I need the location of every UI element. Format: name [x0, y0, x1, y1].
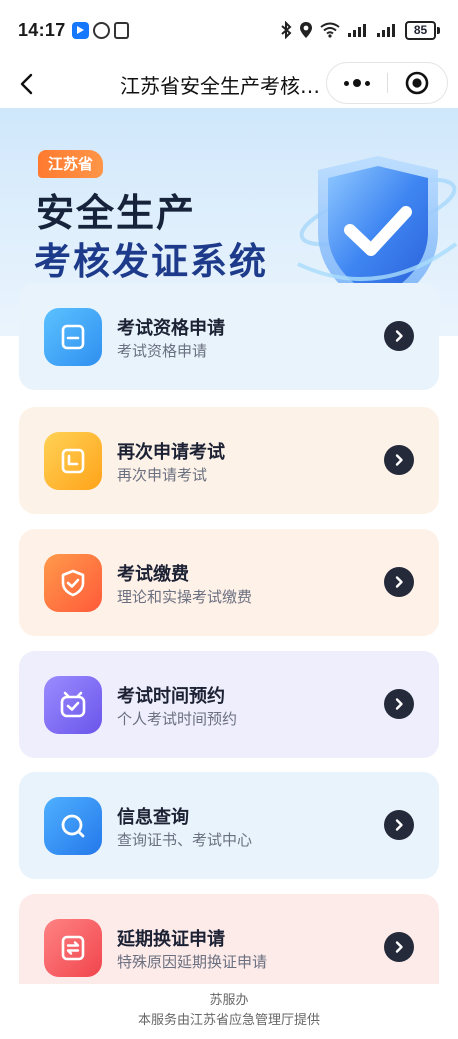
menu-card-exam-appointment[interactable]: 考试时间预约 个人考试时间预约: [19, 651, 439, 758]
card-arrow-button[interactable]: [384, 321, 414, 351]
status-bar: 14:17 85: [0, 0, 458, 60]
chevron-right-icon: [395, 819, 403, 831]
battery-level: 85: [405, 20, 436, 40]
card-icon-box: [44, 797, 102, 855]
bluetooth-icon: [281, 21, 292, 39]
target-close-icon: [405, 71, 429, 95]
menu-card-reapply-exam[interactable]: 再次申请考试 再次申请考试: [19, 407, 439, 514]
battery-icon: 85: [405, 20, 440, 40]
card-subtitle: 考试资格申请: [117, 342, 208, 360]
card-subtitle: 特殊原因延期换证申请: [117, 953, 268, 971]
signal-icon: [377, 24, 395, 37]
banner-title-line1: 安全生产: [36, 191, 197, 235]
card-icon-box: [44, 919, 102, 977]
exchange-icon: [61, 935, 85, 961]
circle-notification-icon: [92, 21, 110, 39]
wifi-icon: [320, 22, 340, 38]
card-icon-box: [44, 554, 102, 612]
card-title: 考试缴费: [117, 564, 189, 585]
footer: 苏服办 本服务由江苏省应急管理厅提供: [0, 984, 458, 1039]
banner-title-line2: 考核发证系统: [34, 240, 268, 283]
chevron-right-icon: [395, 698, 403, 710]
shield-check-icon: [61, 569, 85, 597]
card-arrow-button[interactable]: [384, 932, 414, 962]
menu-card-exam-payment[interactable]: 考试缴费 理论和实操考试缴费: [19, 529, 439, 636]
card-icon-box: [44, 432, 102, 490]
card-arrow-button[interactable]: [384, 810, 414, 840]
menu-card-exam-qualification[interactable]: 考试资格申请 考试资格申请: [19, 283, 439, 390]
card-icon-box: [44, 308, 102, 366]
calendar-icon: [61, 448, 85, 474]
card-title: 延期换证申请: [117, 929, 225, 950]
chevron-right-icon: [395, 454, 403, 466]
card-arrow-button[interactable]: [384, 689, 414, 719]
card-title: 信息查询: [117, 807, 189, 828]
province-tag: 江苏省: [38, 150, 104, 178]
chevron-right-icon: [395, 330, 403, 342]
status-right: 85: [280, 20, 440, 40]
search-icon: [61, 814, 85, 838]
back-button[interactable]: [12, 68, 44, 100]
chevron-right-icon: [395, 576, 403, 588]
signal-icon: [348, 24, 366, 37]
card-subtitle: 再次申请考试: [117, 466, 208, 484]
chevron-left-icon: [20, 73, 33, 95]
footer-brand: 苏服办: [209, 993, 249, 1008]
page-title: 江苏省安全生产考核发证系统: [120, 74, 320, 98]
notification-icons: [71, 21, 129, 39]
status-time: 14:17: [18, 19, 66, 40]
chevron-right-icon: [395, 941, 403, 953]
card-subtitle: 理论和实操考试缴费: [117, 588, 253, 606]
card-title: 再次申请考试: [117, 442, 225, 463]
document-icon: [61, 324, 85, 350]
nav-bar: 江苏省安全生产考核发证系统: [0, 60, 458, 108]
alarm-clock-icon: [60, 691, 86, 718]
card-icon-box: [44, 676, 102, 734]
close-miniprogram-button[interactable]: [387, 63, 447, 103]
card-arrow-button[interactable]: [384, 445, 414, 475]
card-arrow-button[interactable]: [384, 567, 414, 597]
card-title: 考试时间预约: [117, 686, 225, 707]
card-title: 考试资格申请: [117, 318, 225, 339]
app-notification-icon: [71, 21, 89, 39]
menu-card-info-query[interactable]: 信息查询 查询证书、考试中心: [19, 772, 439, 879]
card-subtitle: 个人考试时间预约: [117, 710, 238, 728]
card-subtitle: 查询证书、考试中心: [117, 831, 253, 849]
nfc-icon: [113, 21, 129, 39]
location-icon: [300, 22, 312, 38]
footer-provider: 本服务由江苏省应急管理厅提供: [137, 1013, 320, 1028]
more-button[interactable]: [327, 63, 387, 103]
mini-program-capsule: [326, 62, 448, 104]
